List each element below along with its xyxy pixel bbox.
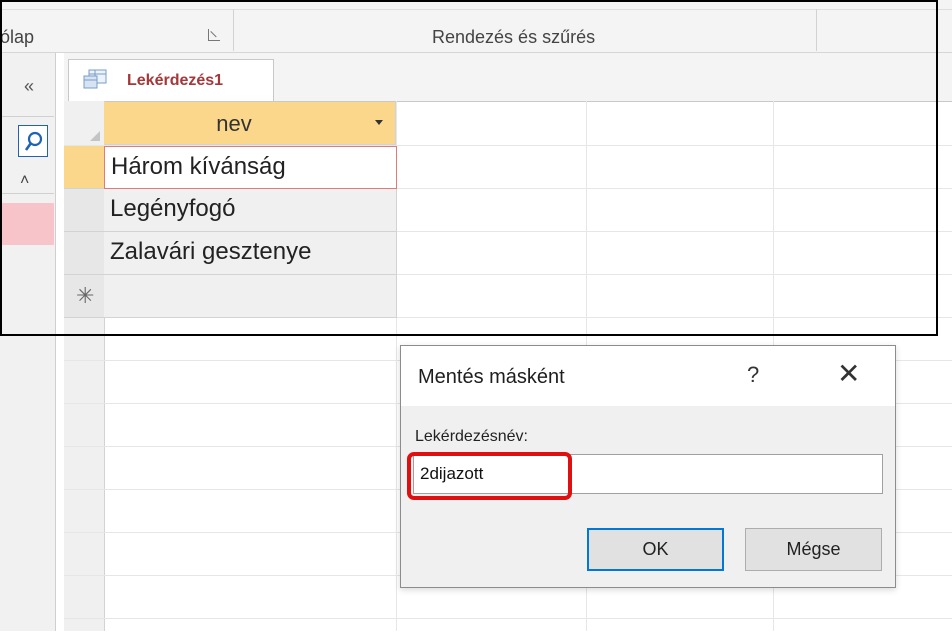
record-selector[interactable] bbox=[64, 189, 104, 232]
ribbon-top-strip bbox=[0, 0, 952, 10]
tab-label: Lekérdezés1 bbox=[127, 72, 224, 89]
select-all-corner[interactable] bbox=[64, 101, 104, 145]
tab-query1[interactable]: Lekérdezés1 bbox=[68, 59, 274, 101]
cancel-button[interactable]: Mégse bbox=[745, 528, 882, 571]
ok-button[interactable]: OK bbox=[587, 528, 724, 571]
column-header-label: nev bbox=[216, 111, 252, 136]
new-record-row[interactable]: ✳ bbox=[64, 275, 397, 318]
record-selector[interactable] bbox=[64, 146, 104, 189]
ribbon-separator bbox=[816, 9, 817, 51]
column-header-nev[interactable]: nev bbox=[104, 102, 396, 145]
table-row[interactable]: Legényfogó bbox=[64, 189, 397, 232]
table-cell[interactable]: Legényfogó bbox=[104, 189, 397, 232]
record-selector[interactable]: ✳ bbox=[64, 275, 104, 318]
record-selector[interactable] bbox=[64, 232, 104, 275]
search-icon bbox=[24, 131, 43, 151]
table-cell[interactable]: Három kívánság bbox=[104, 146, 397, 189]
table-cell[interactable]: Zalavári gesztenye bbox=[104, 232, 397, 275]
ribbon-separator bbox=[233, 9, 234, 51]
dialog-launcher-icon[interactable] bbox=[208, 29, 220, 41]
chevron-up-icon[interactable]: ˄ bbox=[20, 172, 29, 190]
ribbon-group-sort-filter-label: Rendezés és szűrés bbox=[432, 27, 596, 47]
query-name-label: Lekérdezésnév: bbox=[415, 428, 528, 445]
dialog-title: Mentés másként bbox=[418, 366, 565, 388]
query-datasheet-icon bbox=[83, 69, 107, 89]
table-cell-empty[interactable] bbox=[104, 275, 397, 318]
nav-divider bbox=[0, 193, 54, 194]
table-row[interactable]: Három kívánság bbox=[64, 146, 397, 189]
query-name-input[interactable] bbox=[413, 454, 883, 494]
ribbon-group-clipboard-label: ólap bbox=[0, 27, 35, 47]
new-record-icon: ✳ bbox=[76, 283, 95, 308]
grid-row-line bbox=[64, 618, 952, 619]
dialog-titlebar: Mentés másként ? ✕ bbox=[401, 346, 895, 406]
nav-divider bbox=[0, 116, 54, 117]
close-icon[interactable]: ✕ bbox=[837, 360, 860, 388]
help-icon[interactable]: ? bbox=[747, 362, 759, 388]
search-button[interactable] bbox=[18, 125, 48, 157]
table-row[interactable]: Zalavári gesztenye bbox=[64, 232, 397, 275]
dropdown-arrow-icon[interactable] bbox=[375, 120, 383, 125]
save-as-dialog: Mentés másként ? ✕ Lekérdezésnév: OK Még… bbox=[400, 345, 896, 588]
ribbon: ólap Rendezés és szűrés bbox=[0, 0, 952, 53]
collapse-pane-icon[interactable]: « bbox=[24, 76, 34, 97]
nav-selected-object[interactable] bbox=[0, 203, 54, 245]
